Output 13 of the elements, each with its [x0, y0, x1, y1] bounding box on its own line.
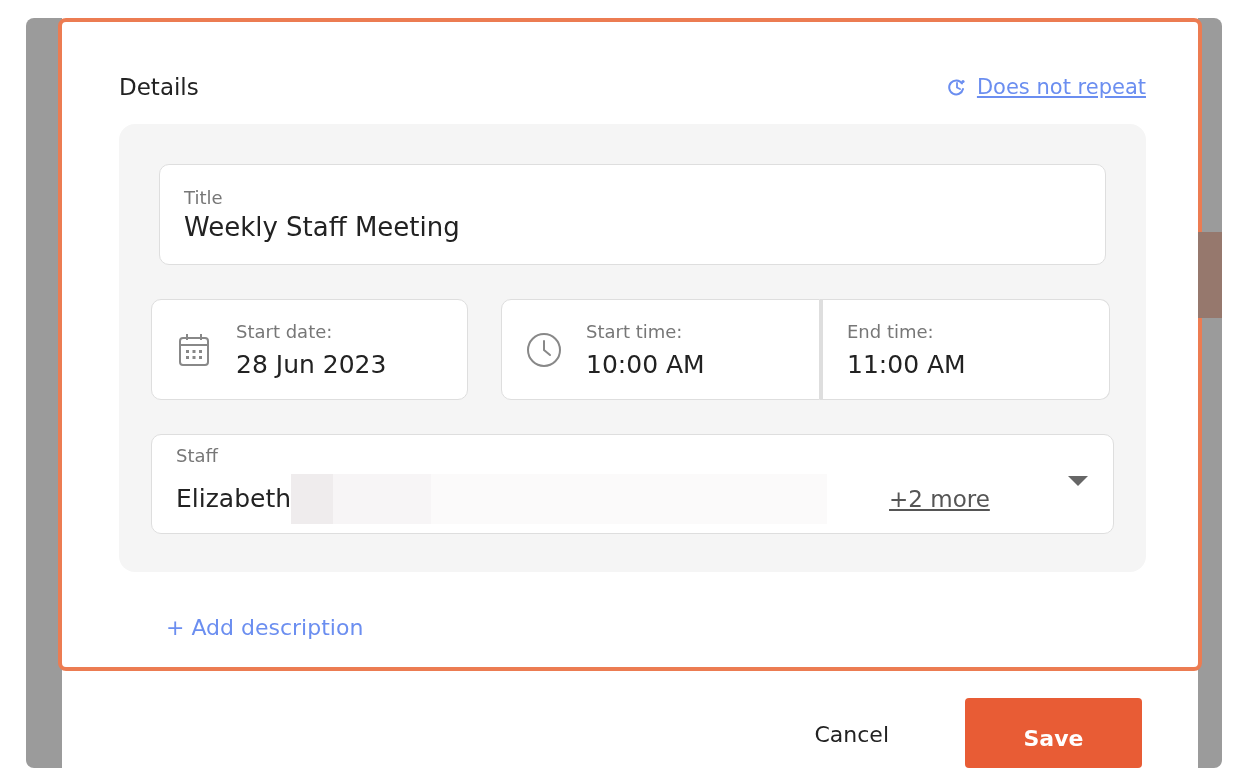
cancel-button[interactable]: Cancel [814, 722, 889, 747]
repeat-icon [946, 77, 967, 97]
staff-select[interactable]: Staff Elizabeth +2 more [151, 434, 1114, 534]
clock-icon [526, 331, 562, 368]
calendar-icon [178, 331, 210, 368]
staff-name: Elizabeth [176, 484, 292, 513]
section-heading: Details [119, 74, 199, 100]
end-time-field[interactable]: End time: 11:00 AM [820, 299, 1110, 400]
caret-icon [1067, 475, 1089, 487]
title-field[interactable]: Title Weekly Staff Meeting [159, 164, 1106, 265]
start-date-field[interactable]: Start date: 28 Jun 2023 [151, 299, 468, 400]
start-time-field[interactable]: Start time: 10:00 AM [501, 299, 820, 400]
more-staff-link[interactable]: +2 more [889, 485, 990, 512]
